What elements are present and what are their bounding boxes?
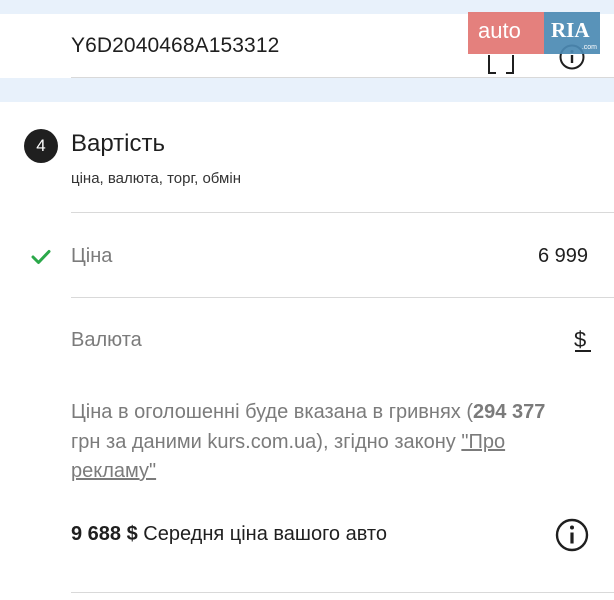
average-price-row: 9 688 $ Середня ціна вашого авто xyxy=(71,523,387,546)
divider xyxy=(71,297,614,298)
price-note: Ціна в оголошенні буде вказана в гривнях… xyxy=(71,398,561,487)
note-text-1: Ціна в оголошенні буде вказана в гривнях… xyxy=(71,401,474,423)
watermark-ria: RIA .com xyxy=(544,12,600,54)
watermark-auto: auto xyxy=(468,12,544,54)
section-title: Вартість xyxy=(71,130,165,157)
info-icon[interactable] xyxy=(555,518,589,552)
section-separator xyxy=(0,78,614,102)
scan-icon[interactable] xyxy=(488,54,514,74)
note-text-2: грн за даними kurs.com.ua), згідно закон… xyxy=(71,430,462,453)
divider xyxy=(71,212,614,213)
average-price-amount: 9 688 $ xyxy=(71,523,138,545)
note-uah-amount: 294 377 xyxy=(473,401,546,423)
step-number-badge: 4 xyxy=(24,129,58,163)
autoria-watermark-logo: auto RIA .com xyxy=(468,12,600,54)
price-label[interactable]: Ціна xyxy=(71,245,112,268)
check-icon xyxy=(31,250,51,264)
currency-label[interactable]: Валюта xyxy=(71,329,142,352)
watermark-suffix: .com xyxy=(581,44,597,51)
watermark-ria-text: RIA xyxy=(551,18,590,42)
average-price-text: Середня ціна вашого авто xyxy=(137,523,387,545)
currency-underline xyxy=(575,350,591,352)
vin-value: Y6D2040468A153312 xyxy=(71,34,280,57)
price-input-value[interactable]: 6 999 xyxy=(538,245,588,268)
section-subtitle: ціна, валюта, торг, обмін xyxy=(71,170,241,187)
divider xyxy=(71,592,614,593)
